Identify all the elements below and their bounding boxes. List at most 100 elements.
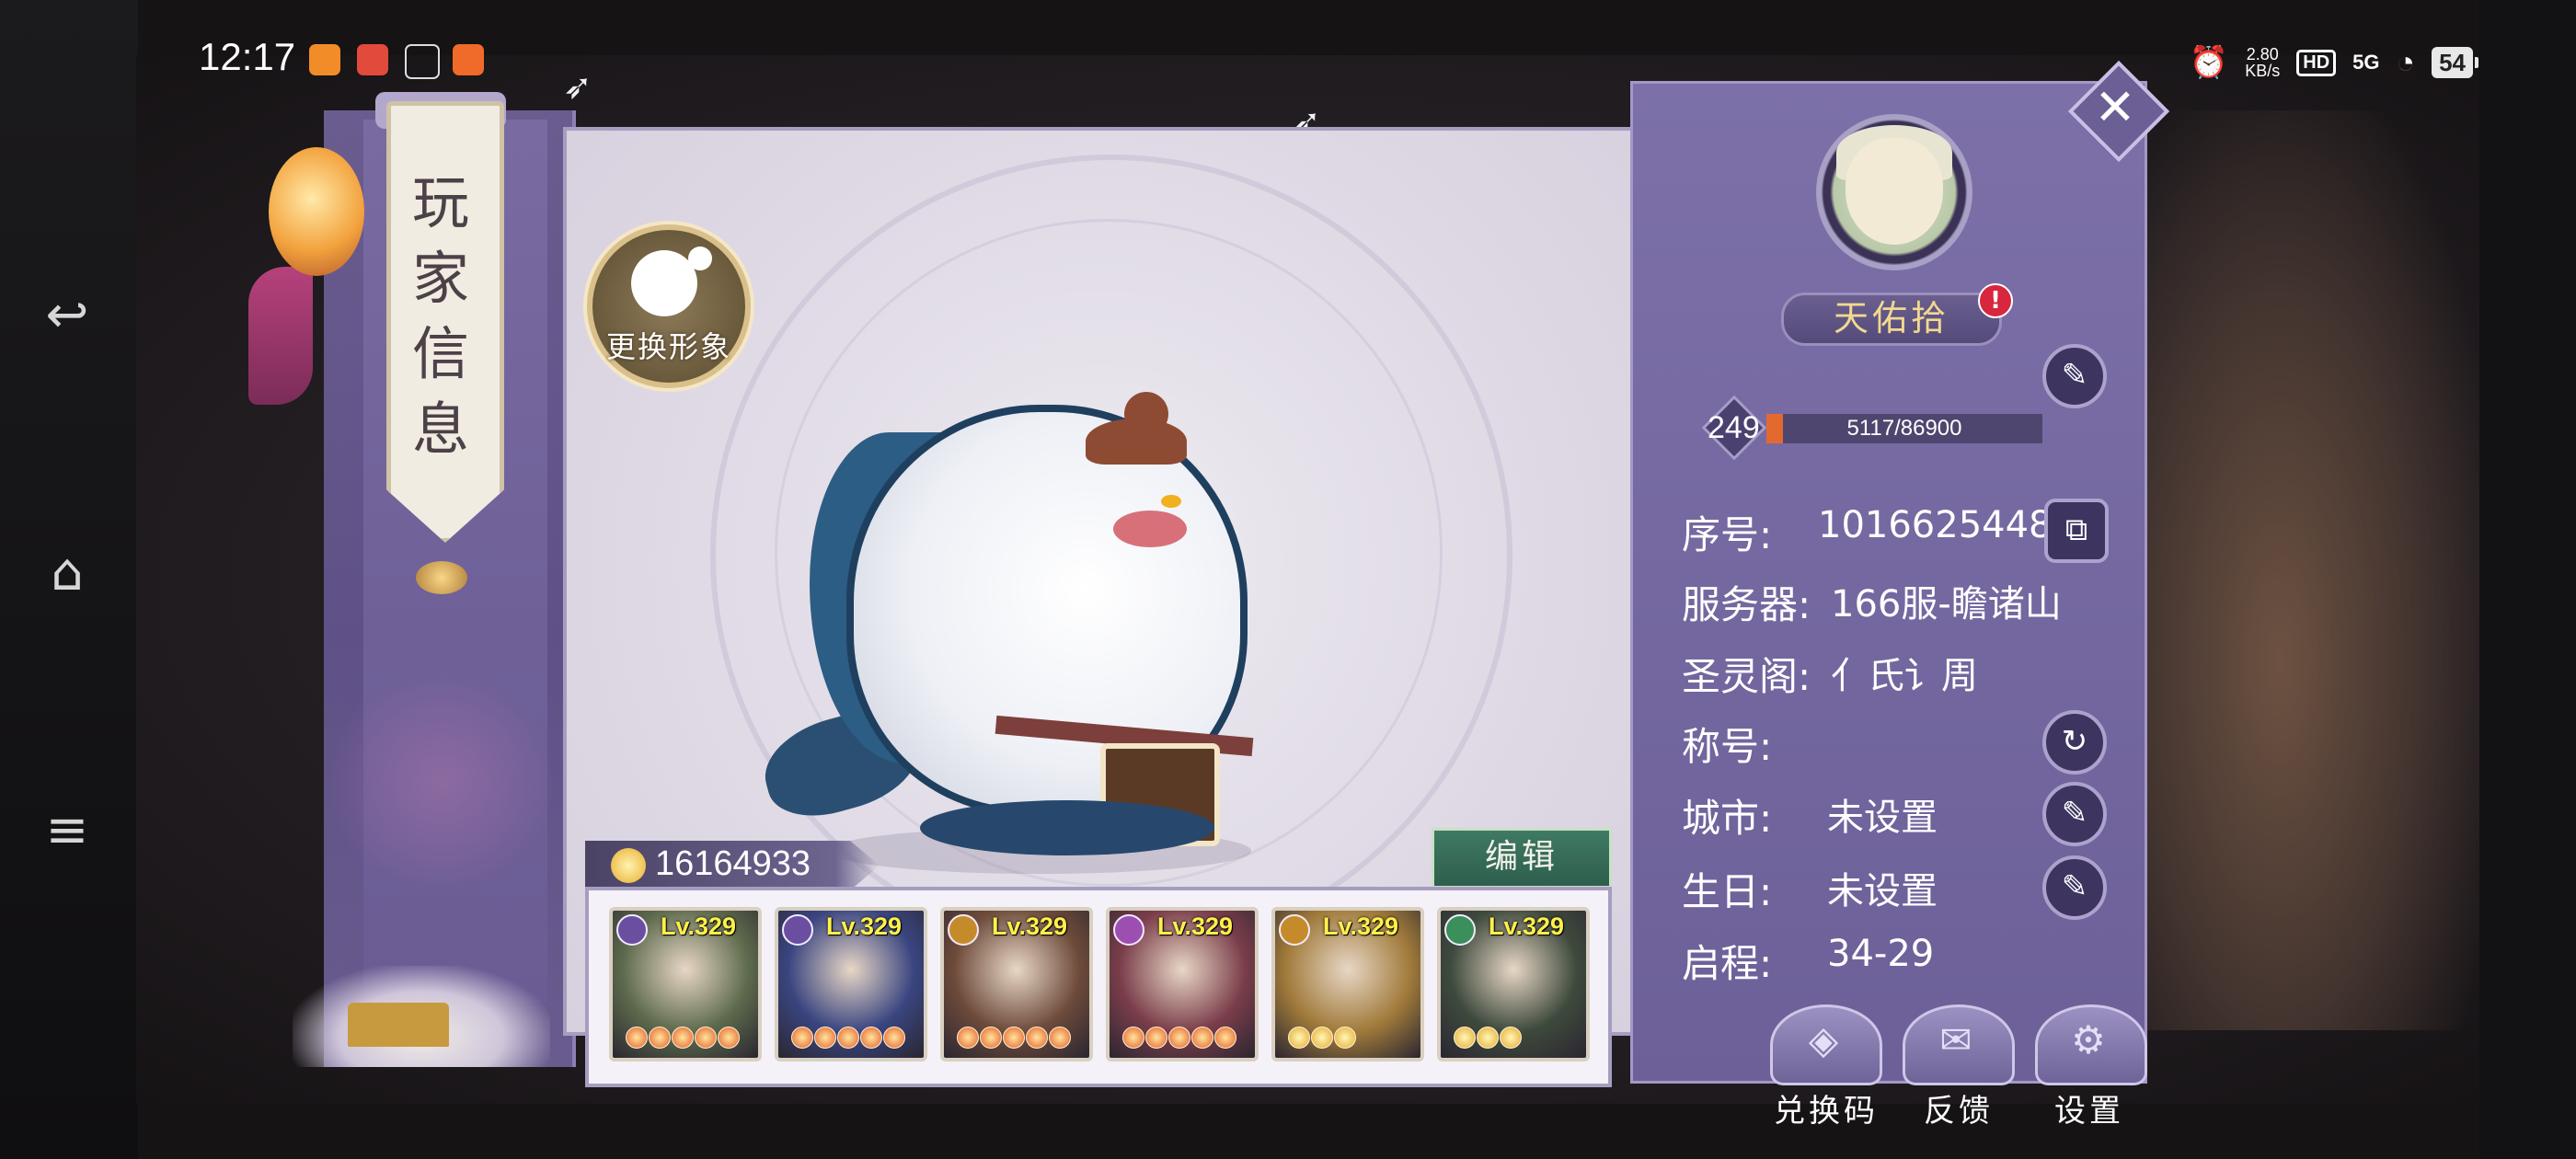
star-icon: [1168, 1027, 1190, 1049]
city-edit-brush-icon[interactable]: ✎: [2042, 782, 2107, 846]
team-hero-card[interactable]: Lv.329: [1271, 907, 1424, 1061]
panel-title: 玩家信息: [411, 169, 469, 463]
notification-app-icon: [309, 44, 340, 75]
birthday-value: 未设置: [1827, 870, 1938, 912]
boat-icon: [348, 1003, 449, 1047]
rename-brush-icon[interactable]: ✎: [2042, 344, 2107, 408]
hd-icon: HD: [2296, 49, 2337, 76]
feedback-label[interactable]: 反馈: [1890, 1085, 2028, 1130]
star-icon: [980, 1027, 1002, 1049]
star-icon: [860, 1027, 882, 1049]
net-speed-unit: KB/s: [2245, 62, 2281, 80]
star-icon: [1334, 1027, 1356, 1049]
home-icon[interactable]: ⌂: [35, 543, 99, 607]
lantern-icon: [269, 147, 364, 276]
star-icon: [1311, 1027, 1333, 1049]
cloud-decoration: [331, 662, 552, 901]
city-label: 城市:: [1682, 796, 1773, 841]
id-label: 序号:: [1682, 512, 1773, 557]
birthday-edit-brush-icon[interactable]: ✎: [2042, 855, 2107, 920]
team-hero-card[interactable]: Lv.329: [609, 907, 762, 1061]
hero-stars: [957, 1027, 1071, 1049]
envelope-icon: ✉: [1939, 1017, 1972, 1062]
net-speed-value: 2.80: [2246, 45, 2279, 63]
team-hero-card[interactable]: Lv.329: [775, 907, 927, 1061]
star-icon: [1026, 1027, 1048, 1049]
wifi-icon: ◔: [2396, 44, 2416, 80]
character-bun: [1124, 392, 1168, 436]
star-icon: [1145, 1027, 1167, 1049]
notification-app-icon: [453, 44, 484, 75]
lantern-tassel: [248, 267, 313, 405]
clock: 12:17: [199, 35, 296, 78]
settings-label[interactable]: 设置: [2020, 1085, 2158, 1130]
star-icon: [626, 1027, 648, 1049]
notification-app-icon: [357, 44, 388, 75]
element-icon: [1279, 914, 1310, 946]
team-hero-card[interactable]: Lv.329: [940, 907, 1093, 1061]
battery-icon: 54: [2432, 47, 2478, 78]
star-icon: [837, 1027, 859, 1049]
element-icon: [1113, 914, 1144, 946]
star-icon: [791, 1027, 813, 1049]
guild-label: 圣灵阁:: [1682, 654, 1811, 699]
settings-button[interactable]: ⚙: [2035, 1004, 2147, 1085]
journey-value: 34-29: [1827, 933, 1935, 975]
gear-icon: ⚙: [2071, 1017, 2106, 1062]
change-look-button[interactable]: 更换形象: [587, 224, 751, 388]
money-bag-icon: ◈: [1808, 1017, 1839, 1062]
redeem-code-button[interactable]: ◈: [1770, 1004, 1882, 1085]
guild-value: 亻氏讠周: [1831, 655, 1978, 697]
team-hero-card[interactable]: Lv.329: [1106, 907, 1259, 1061]
star-icon: [1500, 1027, 1522, 1049]
copy-icon[interactable]: ⧉: [2044, 499, 2109, 563]
background-blur-right: [2144, 110, 2484, 1030]
star-icon: [1191, 1027, 1213, 1049]
star-icon: [672, 1027, 694, 1049]
star-icon: [1003, 1027, 1025, 1049]
back-arrow-icon[interactable]: ↩: [35, 285, 99, 350]
star-icon: [1049, 1027, 1071, 1049]
title-label: 称号:: [1682, 724, 1773, 769]
avatar-face: [1846, 138, 1943, 245]
alarm-icon: ⏰: [2189, 45, 2229, 80]
change-look-label: 更换形象: [605, 329, 731, 364]
star-icon: [814, 1027, 836, 1049]
combat-power-value: 16164933: [655, 844, 811, 883]
star-icon: [1288, 1027, 1310, 1049]
star-icon: [1477, 1027, 1499, 1049]
close-icon[interactable]: ✕: [2083, 75, 2147, 140]
feedback-button[interactable]: ✉: [1903, 1004, 2015, 1085]
hero-level: Lv.329: [1157, 912, 1234, 940]
star-icon: [1454, 1027, 1476, 1049]
edit-team-button[interactable]: 编辑: [1432, 828, 1612, 889]
refresh-icon[interactable]: ↻: [2042, 710, 2107, 775]
server-label: 服务器:: [1682, 582, 1811, 627]
bell-icon: [416, 561, 467, 594]
exp-bar: 5117/86900: [1766, 414, 2042, 443]
menu-icon[interactable]: ≡: [35, 800, 99, 865]
element-icon: [948, 914, 979, 946]
hero-stars: [626, 1027, 740, 1049]
element-icon: [616, 914, 648, 946]
hero-level: Lv.329: [826, 912, 903, 940]
network-speed: 2.80 KB/s: [2245, 46, 2280, 79]
player-level: 249: [1708, 410, 1760, 445]
star-icon: [718, 1027, 740, 1049]
hero-level: Lv.329: [661, 912, 737, 940]
team-hero-card[interactable]: Lv.329: [1437, 907, 1590, 1061]
bird-decoration: ➶: [563, 66, 592, 107]
star-icon: [957, 1027, 979, 1049]
element-icon: [1444, 914, 1476, 946]
status-indicators: ⏰ 2.80 KB/s HD 5G ◔ 54: [2189, 35, 2478, 90]
server-value: 166服-瞻诸山: [1831, 583, 2062, 625]
hero-level: Lv.329: [1489, 912, 1565, 940]
signal-icon: 5G: [2352, 51, 2380, 74]
hero-level: Lv.329: [1323, 912, 1399, 940]
alert-badge: !: [1978, 283, 2013, 318]
screen-edge: [2479, 0, 2576, 1159]
character-eye: [1161, 495, 1181, 508]
redeem-code-label[interactable]: 兑换码: [1757, 1085, 1895, 1130]
star-icon: [883, 1027, 905, 1049]
hero-stars: [791, 1027, 905, 1049]
